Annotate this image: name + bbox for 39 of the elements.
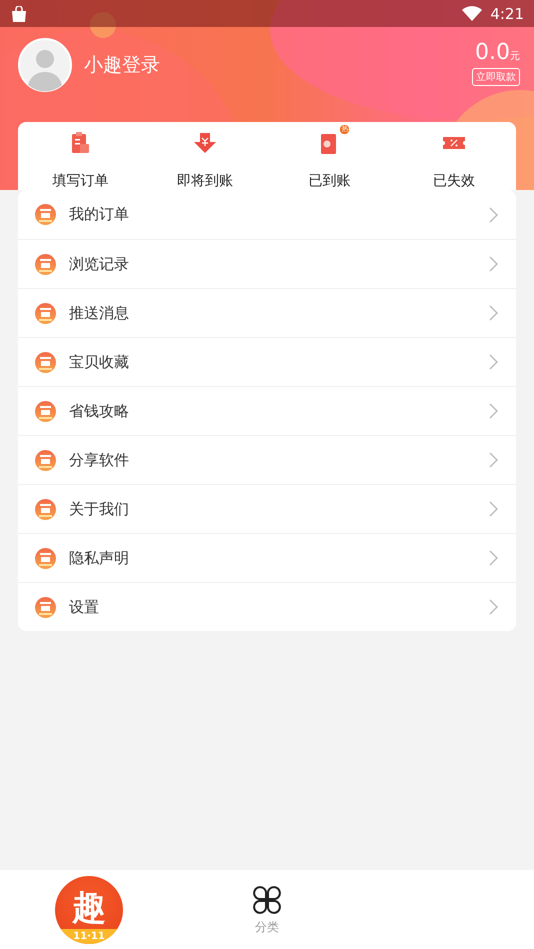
brand-logo-icon	[35, 400, 56, 422]
brand-logo-icon	[35, 254, 56, 274]
menu-item[interactable]: 省钱攻略	[18, 386, 516, 435]
menu-item[interactable]: 推送消息	[18, 288, 516, 337]
grid-icon	[250, 883, 284, 917]
chevron-right-icon	[488, 354, 498, 370]
chevron-right-icon	[488, 599, 498, 615]
wifi-icon	[462, 6, 482, 21]
menu-item[interactable]: 宝贝收藏	[18, 337, 516, 386]
chevron-right-icon	[488, 452, 498, 468]
balance-amount: 0.0	[475, 40, 510, 65]
menu-item[interactable]: 我的订单	[18, 190, 516, 239]
currency-unit: 元	[510, 51, 520, 62]
brand-logo-icon	[35, 498, 56, 520]
brand-logo-icon	[35, 548, 56, 568]
chevron-right-icon	[488, 501, 498, 517]
menu-item[interactable]: 设置	[18, 582, 516, 631]
chevron-right-icon	[488, 550, 498, 566]
brand-logo-icon	[35, 596, 56, 618]
shopping-bag-icon	[10, 6, 28, 22]
menu-item[interactable]: 分享软件	[18, 435, 516, 484]
chevron-right-icon	[488, 305, 498, 321]
brand-logo-icon	[35, 204, 56, 225]
order-status-tab[interactable]: 即将到账	[142, 122, 267, 190]
brand-logo-icon	[35, 302, 56, 324]
logo-glyph: 趣	[72, 890, 106, 924]
menu-item[interactable]: 关于我们	[18, 484, 516, 533]
chevron-right-icon	[488, 206, 498, 222]
order-status-tab[interactable]: 已失效	[392, 122, 516, 190]
chevron-right-icon	[488, 403, 498, 419]
brand-logo-icon	[35, 352, 56, 372]
menu-item[interactable]: 浏览记录	[18, 239, 516, 288]
chevron-right-icon	[488, 256, 498, 272]
order-status-tab[interactable]: 填写订单	[18, 122, 142, 190]
down-arrow-icon	[192, 130, 218, 156]
avatar[interactable]	[18, 38, 72, 92]
status-time: 4:21	[490, 4, 524, 22]
brand-logo-icon	[35, 450, 56, 470]
menu-item[interactable]: 隐私声明	[18, 533, 516, 582]
